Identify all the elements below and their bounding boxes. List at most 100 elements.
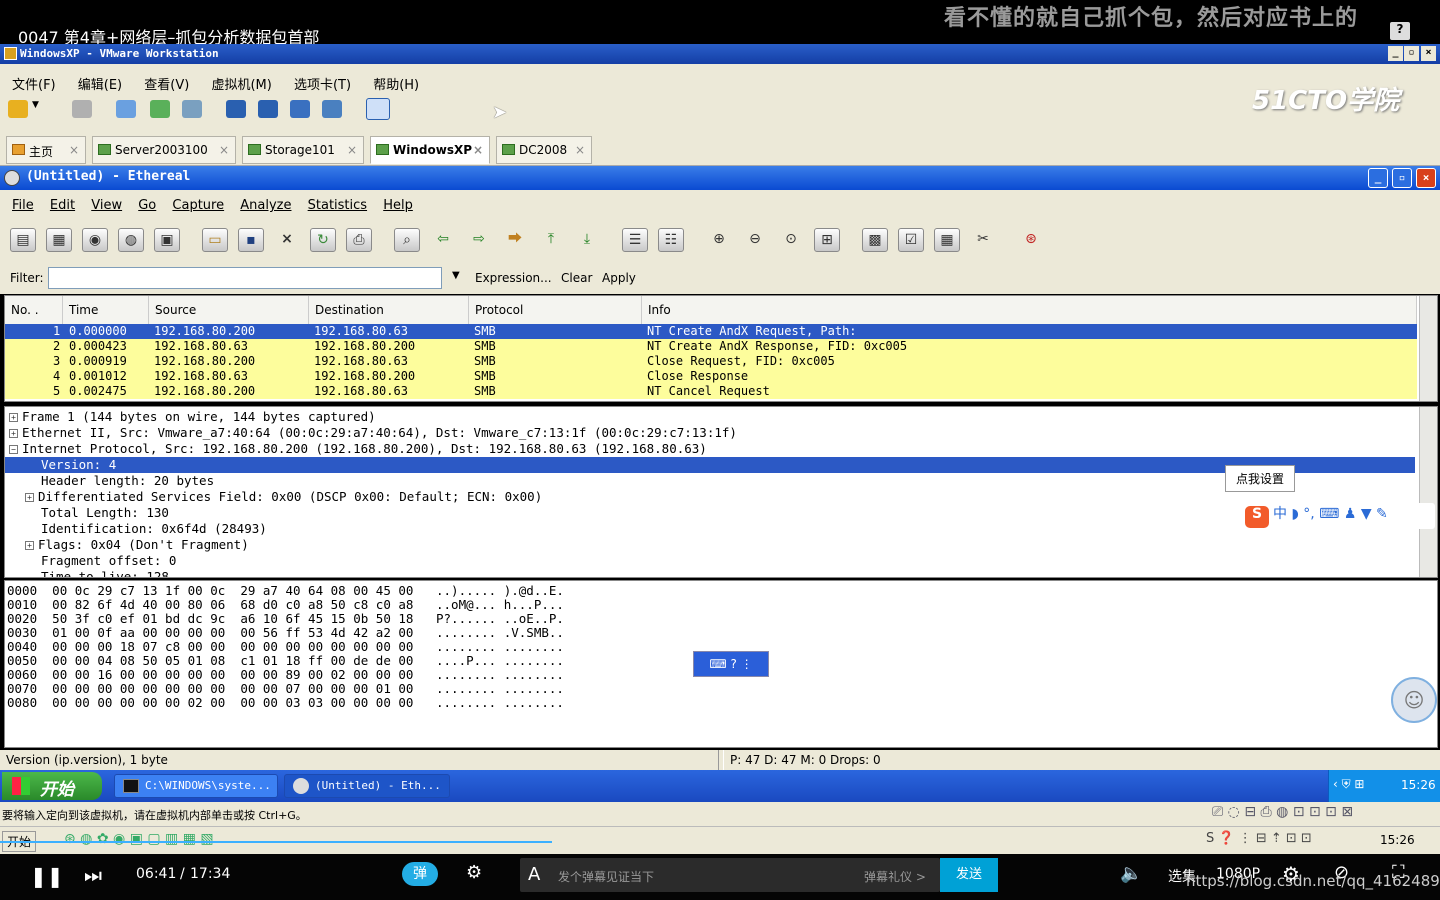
assistant-icon[interactable]: ☺ bbox=[1391, 677, 1437, 723]
hex-line[interactable]: 0060 00 00 16 00 00 00 00 00 00 00 89 00… bbox=[7, 668, 564, 682]
tree-item-ttl[interactable]: Time to live: 128 bbox=[41, 569, 1437, 577]
help-lifebuoy-icon[interactable]: ⊛ bbox=[1018, 228, 1044, 252]
taskbar-ethereal[interactable]: (Untitled) - Eth... bbox=[284, 774, 450, 798]
vm-menu-vm[interactable]: 虚拟机(M) bbox=[211, 74, 271, 93]
send-button[interactable]: 发送 bbox=[940, 858, 998, 892]
tree-item-ip[interactable]: − Internet Protocol, Src: 192.168.80.200 … bbox=[9, 441, 1419, 457]
ethereal-close-button[interactable]: × bbox=[1416, 168, 1436, 188]
close-icon[interactable]: × bbox=[575, 143, 585, 157]
interfaces-icon[interactable]: ▤ bbox=[10, 228, 36, 252]
clear-button[interactable]: Clear bbox=[561, 271, 592, 285]
expand-icon[interactable]: + bbox=[9, 429, 18, 438]
next-button[interactable]: ⏭ bbox=[84, 863, 102, 887]
expand-icon[interactable]: + bbox=[25, 493, 34, 502]
close-icon[interactable]: × bbox=[473, 143, 483, 157]
tree-item-version[interactable]: Version: 4 bbox=[5, 457, 1415, 473]
colorize-icon[interactable]: ☰ bbox=[622, 228, 648, 252]
display-filters-icon[interactable]: ☑ bbox=[898, 228, 924, 252]
menu-edit[interactable]: Edit bbox=[50, 198, 75, 213]
tree-item-ethernet[interactable]: + Ethernet II, Src: Vmware_a7:40:64 (00:0… bbox=[9, 425, 1419, 441]
danmu-toggle[interactable]: 弹 bbox=[402, 862, 438, 886]
host-tray-icons[interactable]: S ❓ ⋮ ⊟ ⇡ ⊡ ⊡ bbox=[1206, 831, 1312, 846]
vm-menu-view[interactable]: 查看(V) bbox=[144, 74, 189, 93]
goto-icon[interactable]: ⮕ bbox=[502, 228, 528, 252]
fullscreen-icon[interactable] bbox=[290, 100, 310, 118]
filter-input[interactable] bbox=[48, 267, 442, 289]
filter-dropdown-icon[interactable]: ▼ bbox=[452, 270, 460, 281]
revert-icon[interactable] bbox=[150, 100, 170, 118]
apply-button[interactable]: Apply bbox=[602, 271, 636, 285]
menu-help[interactable]: Help bbox=[383, 198, 413, 213]
hex-line[interactable]: 0030 01 00 0f aa 00 00 00 00 00 56 ff 53… bbox=[7, 626, 564, 640]
vm-menu-help[interactable]: 帮助(H) bbox=[373, 74, 419, 93]
hex-line[interactable]: 0050 00 00 04 08 50 05 01 08 c1 01 18 ff… bbox=[7, 654, 564, 668]
tree-item-total-length[interactable]: Total Length: 130 bbox=[41, 505, 1437, 521]
col-destination[interactable]: Destination bbox=[309, 296, 469, 326]
zoom-out-icon[interactable]: ⊖ bbox=[742, 228, 768, 252]
zoom-in-icon[interactable]: ⊕ bbox=[706, 228, 732, 252]
ime-toolbar[interactable]: S中 ◗ °, ⌨ ♟ ▼ ✎ bbox=[1245, 503, 1435, 529]
ime-status-bar[interactable]: ⌨ ? ⋮ bbox=[693, 651, 769, 677]
thumbnail-icon[interactable] bbox=[366, 98, 390, 120]
tree-item-flags[interactable]: + Flags: 0x04 (Don't Fragment) bbox=[25, 537, 1435, 553]
volume-icon[interactable]: 🔈 bbox=[1120, 863, 1142, 884]
menu-go[interactable]: Go bbox=[138, 198, 156, 213]
pause-icon[interactable] bbox=[8, 100, 28, 118]
save-icon[interactable]: ▪ bbox=[238, 228, 264, 252]
tab-storage101[interactable]: Storage101 × bbox=[242, 136, 364, 164]
packet-row[interactable]: 5 0.002475 192.168.80.200 192.168.80.63 … bbox=[5, 384, 1417, 399]
vmware-minimize-button[interactable]: _ bbox=[1388, 46, 1403, 61]
tree-item-frame[interactable]: + Frame 1 (144 bytes on wire, 144 bytes c… bbox=[9, 409, 1419, 425]
packet-list-scrollbar[interactable] bbox=[1419, 296, 1437, 401]
last-packet-icon[interactable]: ⤓ bbox=[574, 228, 600, 252]
tree-item-fragment-offset[interactable]: Fragment offset: 0 bbox=[41, 553, 1437, 569]
back-icon[interactable]: ⇦ bbox=[430, 228, 456, 252]
help-icon[interactable]: ? bbox=[1390, 22, 1410, 40]
device-icons[interactable]: ⎚ ◌ ⊟ ⎙ ◍ ⊡ ⊡ ⊡ ⊠ bbox=[1212, 804, 1353, 820]
danmu-style-icon[interactable]: A bbox=[528, 864, 540, 885]
view-full-icon[interactable] bbox=[258, 100, 278, 118]
unity-icon[interactable] bbox=[322, 100, 342, 118]
ethereal-maximize-button[interactable]: ▫ bbox=[1392, 168, 1412, 188]
settings-tooltip[interactable]: 点我设置 bbox=[1225, 465, 1296, 492]
menu-statistics[interactable]: Statistics bbox=[308, 198, 367, 213]
capture-options-icon[interactable]: ▦ bbox=[46, 228, 72, 252]
vm-menu-edit[interactable]: 编辑(E) bbox=[78, 74, 122, 93]
packet-row[interactable]: 4 0.001012 192.168.80.63 192.168.80.200 … bbox=[5, 369, 1417, 384]
dropdown-icon[interactable]: ▼ bbox=[32, 100, 42, 118]
zoom-normal-icon[interactable]: ⊙ bbox=[778, 228, 804, 252]
close-icon[interactable]: × bbox=[69, 143, 79, 157]
ethereal-minimize-button[interactable]: _ bbox=[1368, 168, 1388, 188]
packet-row[interactable]: 3 0.000919 192.168.80.200 192.168.80.63 … bbox=[5, 354, 1417, 369]
col-protocol[interactable]: Protocol bbox=[469, 296, 642, 326]
tab-windowsxp[interactable]: WindowsXP × bbox=[370, 136, 490, 164]
vm-menu-tabs[interactable]: 选项卡(T) bbox=[294, 74, 351, 93]
find-icon[interactable]: ⌕ bbox=[394, 228, 420, 252]
hex-line[interactable]: 0010 00 82 6f 4d 40 00 80 06 68 d0 c0 a8… bbox=[7, 598, 564, 612]
close-icon[interactable]: × bbox=[347, 143, 357, 157]
tab-dc2008[interactable]: DC2008 × bbox=[496, 136, 592, 164]
restart-capture-icon[interactable]: ▣ bbox=[154, 228, 180, 252]
close-icon[interactable]: × bbox=[219, 143, 229, 157]
vmware-close-button[interactable]: × bbox=[1421, 46, 1436, 61]
expand-icon[interactable]: + bbox=[25, 541, 34, 550]
forward-icon[interactable]: ⇨ bbox=[466, 228, 492, 252]
danmu-etiquette-link[interactable]: 弹幕礼仪 > bbox=[864, 868, 926, 885]
tab-home[interactable]: 主页 × bbox=[6, 136, 86, 164]
tab-server2003100[interactable]: Server2003100 × bbox=[92, 136, 236, 164]
coloring-rules-icon[interactable]: ▦ bbox=[934, 228, 960, 252]
expand-icon[interactable]: + bbox=[9, 413, 18, 422]
collapse-icon[interactable]: − bbox=[9, 445, 18, 454]
col-info[interactable]: Info bbox=[642, 296, 1417, 326]
hex-line[interactable]: 0020 50 3f c0 ef 01 bd dc 9c a6 10 6f 45… bbox=[7, 612, 564, 626]
vm-menu-file[interactable]: 文件(F) bbox=[12, 74, 56, 93]
menu-capture[interactable]: Capture bbox=[172, 198, 224, 213]
hex-line[interactable]: 0080 00 00 00 00 00 00 02 00 00 00 03 03… bbox=[7, 696, 564, 710]
danmu-settings-icon[interactable]: ⚙ bbox=[466, 862, 482, 883]
reload-icon[interactable]: ↻ bbox=[310, 228, 336, 252]
hex-line[interactable]: 0070 00 00 00 00 00 00 00 00 00 00 07 00… bbox=[7, 682, 564, 696]
autoscroll-icon[interactable]: ☷ bbox=[658, 228, 684, 252]
packet-row[interactable]: 2 0.000423 192.168.80.63 192.168.80.200 … bbox=[5, 339, 1417, 354]
danmu-input-box[interactable]: A 发个弹幕见证当下 弹幕礼仪 > bbox=[520, 858, 940, 892]
view-console-icon[interactable] bbox=[226, 100, 246, 118]
